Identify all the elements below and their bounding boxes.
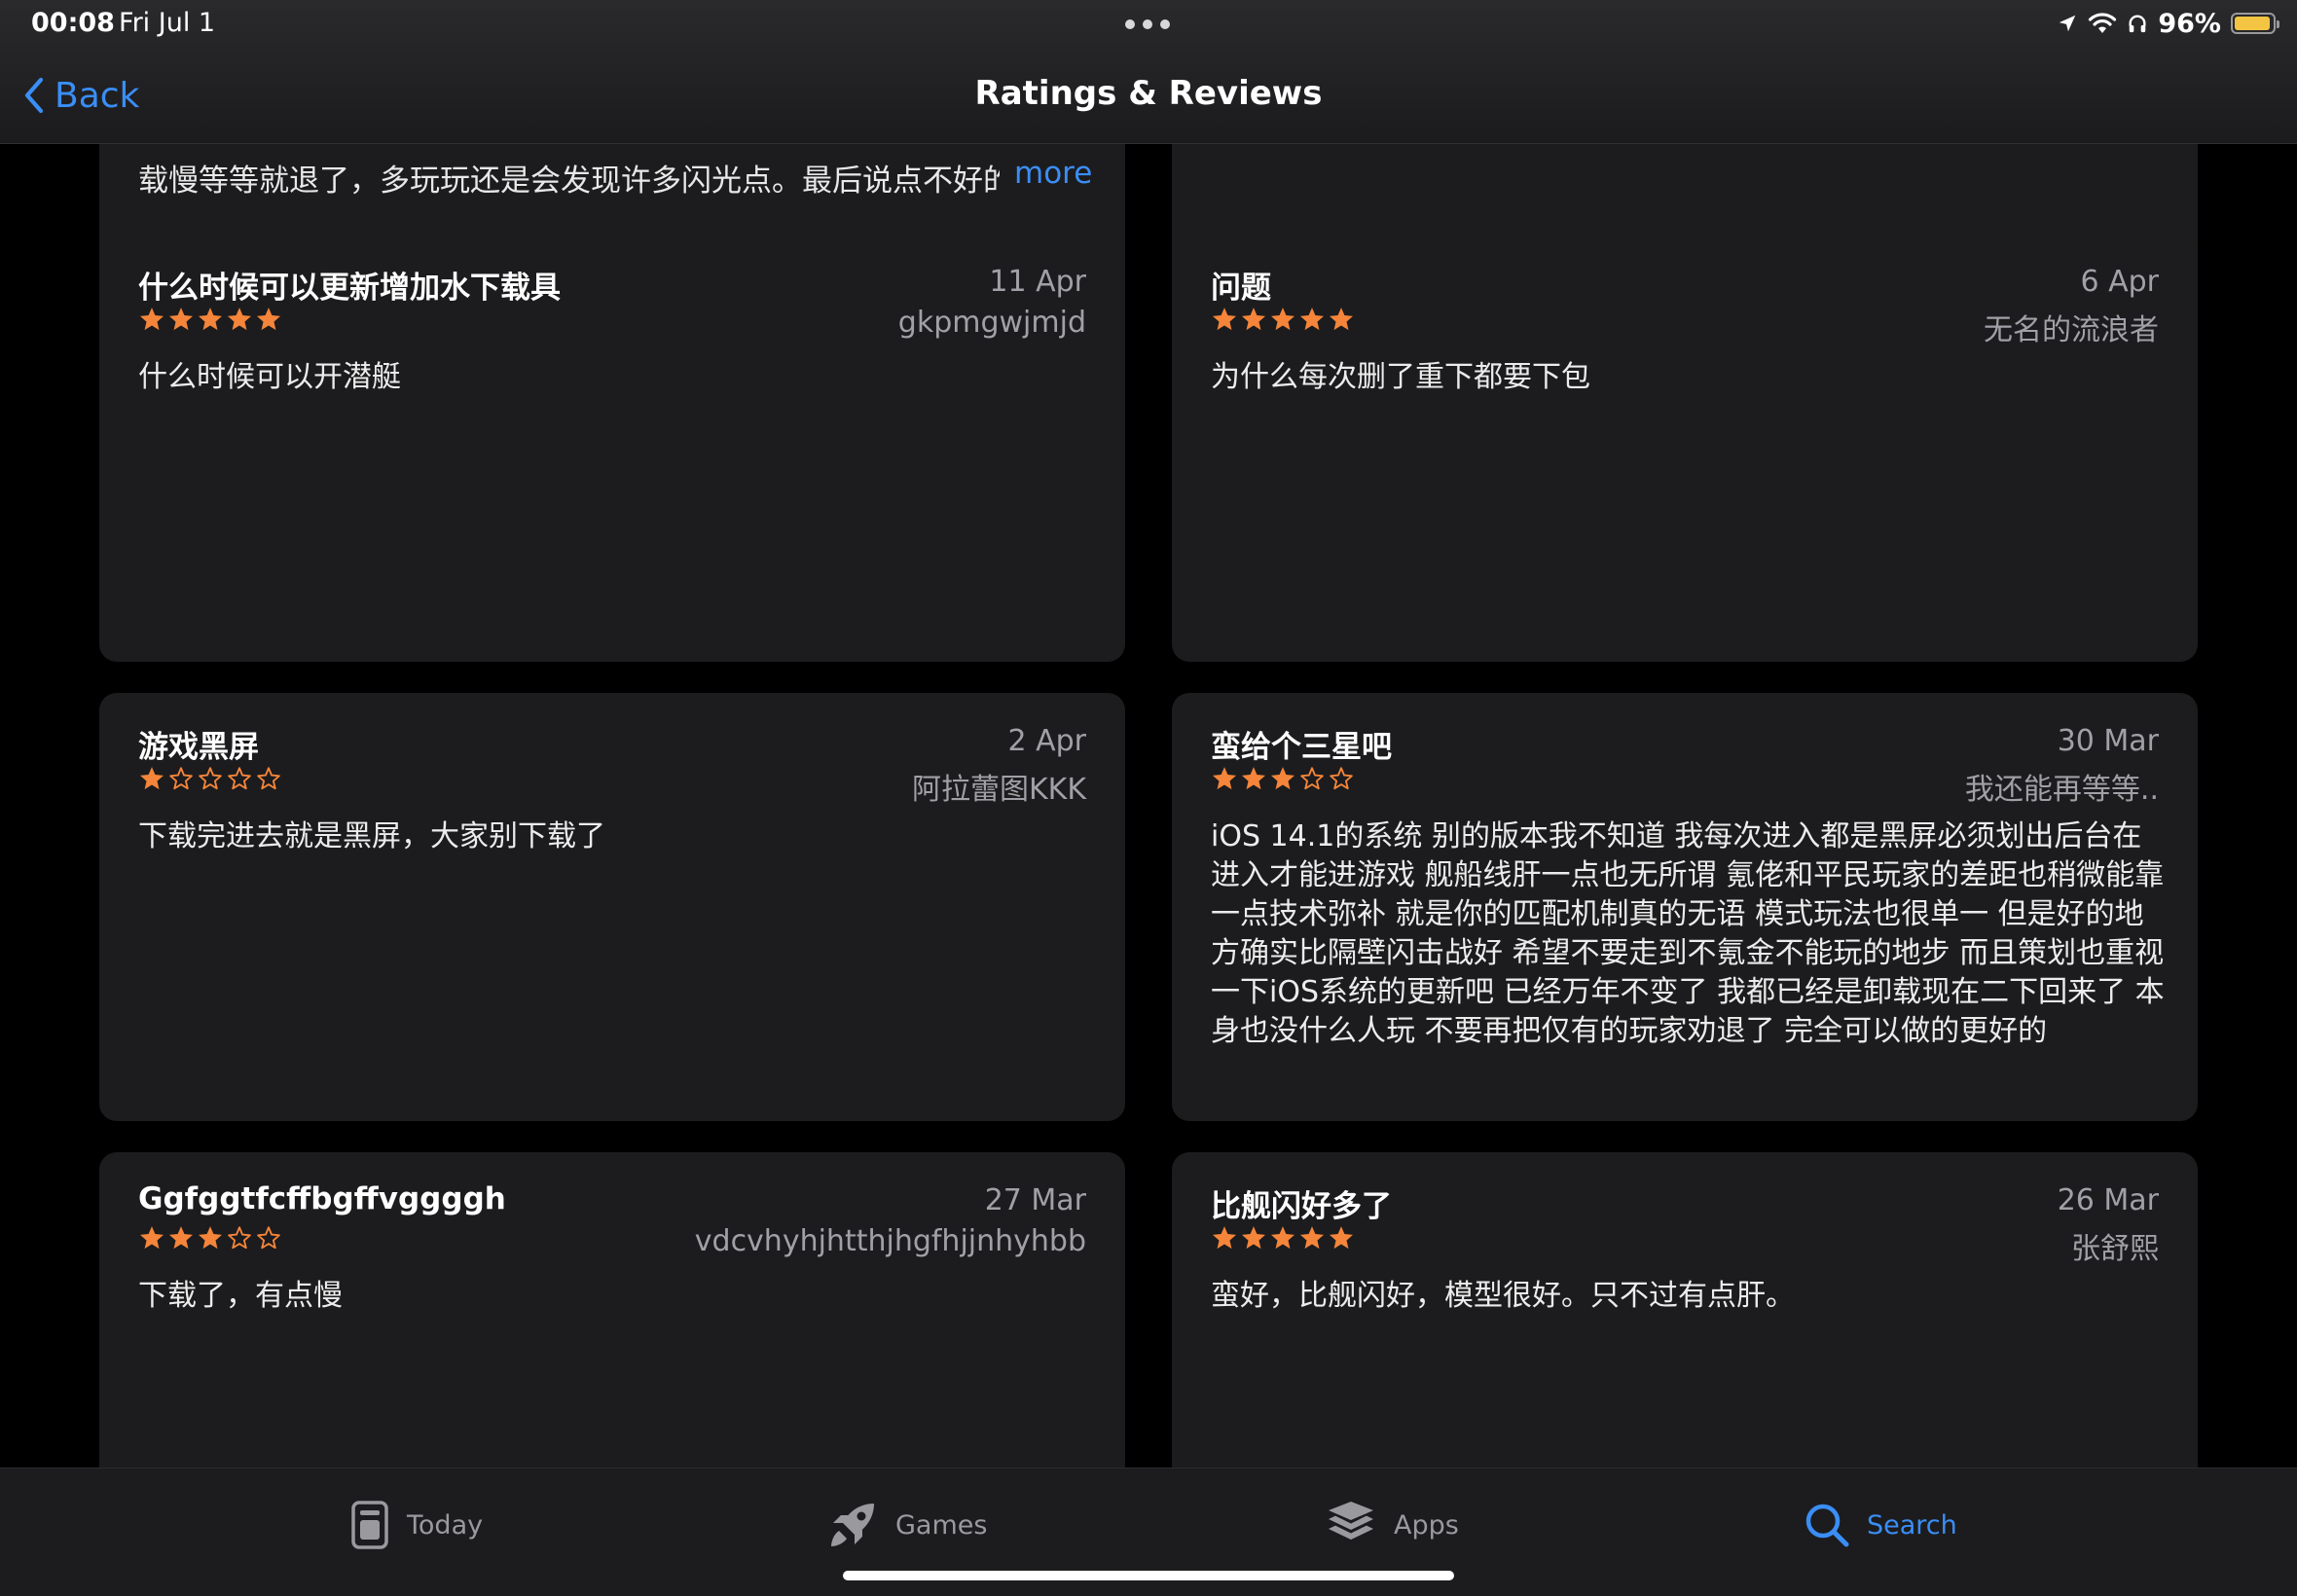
review-date: 2 Apr: [1007, 724, 1086, 758]
star-filled-icon: [1270, 767, 1295, 790]
star-filled-icon: [168, 308, 194, 331]
search-icon: [1805, 1504, 1849, 1547]
tab-label: Today: [407, 1509, 484, 1541]
tab-games[interactable]: Games: [827, 1498, 987, 1552]
status-indicators: 96%: [2057, 6, 2279, 41]
star-filled-icon: [168, 1226, 194, 1250]
review-author: 无名的流浪者: [1984, 313, 2159, 347]
star-rating: [138, 1224, 282, 1251]
review-card[interactable]: 什么时候可以更新增加水下载具 11 Apr gkpmgwjmjd 什么时候可以开潜艇: [99, 234, 1125, 662]
star-empty-icon: [257, 767, 280, 790]
star-filled-icon: [1299, 1226, 1325, 1250]
app-window: 00:08 Fri Jul 1 96% Back Ratings & Revie…: [0, 0, 2297, 1596]
star-filled-icon: [1299, 308, 1325, 331]
star-filled-icon: [198, 308, 223, 331]
review-body: 为什么每次删了重下都要下包: [1211, 360, 1590, 394]
star-rating: [1211, 1224, 1355, 1251]
review-card[interactable]: 比舰闪好多了 26 Mar 张舒熙蛮好，比舰闪好，模型很好。只不过有点肝。: [1172, 1152, 2198, 1468]
location-arrow-icon: [2060, 15, 2076, 32]
status-bar: 00:08 Fri Jul 1 96%: [0, 0, 2297, 47]
review-title: 蛮给个三星吧: [1211, 730, 1392, 765]
reviews-list[interactable]: 载慢等等就退了，多玩玩还是会发现许多闪光点。最后说点不好的 more 什么时候可…: [0, 144, 2297, 1468]
review-body: 下载了，有点慢: [138, 1279, 343, 1313]
battery-fill: [2235, 17, 2271, 30]
star-filled-icon: [1241, 767, 1266, 790]
star-filled-icon: [1329, 1226, 1354, 1250]
status-date: Fri Jul 1: [119, 8, 216, 38]
review-author: gkpmgwjmjd: [897, 306, 1086, 340]
star-filled-icon: [1270, 1226, 1295, 1250]
star-rating: [1211, 765, 1355, 792]
star-filled-icon: [1212, 1226, 1237, 1250]
battery-percentage: 96%: [2158, 8, 2221, 39]
star-empty-icon: [199, 767, 222, 790]
star-filled-icon: [1212, 767, 1237, 790]
star-filled-icon: [1329, 308, 1354, 331]
star-empty-icon: [228, 767, 251, 790]
star-filled-icon: [1270, 308, 1295, 331]
star-empty-icon: [228, 1226, 251, 1250]
review-date: 27 Mar: [984, 1183, 1086, 1217]
review-card[interactable]: 游戏黑屏 2 Apr 阿拉蕾图KKK 下载完进去就是黑屏，大家别下载了: [99, 693, 1125, 1121]
star-rating: [138, 306, 282, 333]
rocket-icon: [831, 1504, 874, 1546]
tab-apps[interactable]: Apps: [1326, 1498, 1459, 1552]
review-card[interactable]: Ggfggtfcffbgffvggggh 27 Mar vdcvhyhjhtthjh…: [99, 1152, 1125, 1468]
review-body: 下载完进去就是黑屏，大家别下载了: [138, 819, 605, 853]
star-filled-icon: [256, 308, 281, 331]
review-title: Ggfggtfcffbgffvggggh: [138, 1181, 506, 1216]
review-author: 阿拉蕾图KKK: [911, 773, 1086, 807]
review-author: 我还能再等等..: [1964, 773, 2159, 807]
star-filled-icon: [1212, 308, 1237, 331]
review-title: 什么时候可以更新增加水下载具: [138, 271, 561, 306]
multitasking-dots-icon[interactable]: [1125, 19, 1170, 29]
review-title: 问题: [1211, 271, 1271, 306]
star-filled-icon: [139, 308, 164, 331]
review-title: 游戏黑屏: [138, 730, 259, 765]
layers-icon: [1329, 1502, 1373, 1540]
review-date: 26 Mar: [2057, 1183, 2159, 1217]
tab-label: Games: [895, 1509, 988, 1541]
page-title: Ratings & Reviews: [974, 74, 1323, 113]
battery-icon: [2231, 13, 2279, 34]
review-author: 张舒熙: [2071, 1232, 2159, 1266]
status-time: 00:08: [31, 8, 115, 38]
star-empty-icon: [257, 1226, 280, 1250]
today-icon: [351, 1501, 388, 1549]
star-rating: [1211, 306, 1355, 333]
tab-label: Search: [1867, 1509, 1957, 1541]
review-body: 什么时候可以开潜艇: [138, 360, 401, 394]
star-filled-icon: [139, 1226, 164, 1250]
review-date: 11 Apr: [989, 265, 1086, 299]
star-filled-icon: [227, 308, 252, 331]
review-card[interactable]: 问题 6 Apr 无名的流浪者为什么每次删了重下都要下包: [1172, 234, 2198, 662]
review-title: 比舰闪好多了: [1211, 1189, 1392, 1224]
review-body: 蛮好，比舰闪好，模型很好。只不过有点肝。: [1211, 1279, 1795, 1313]
more-link[interactable]: more: [1014, 156, 1092, 191]
star-empty-icon: [169, 767, 193, 790]
star-empty-icon: [1300, 767, 1324, 790]
review-card[interactable]: 蛮给个三星吧 30 Mar 我还能再等等.. iOS 14.1的系统 别的版本我不知道…: [1172, 693, 2198, 1121]
star-filled-icon: [198, 1226, 223, 1250]
star-filled-icon: [139, 767, 164, 790]
star-filled-icon: [1241, 1226, 1266, 1250]
tab-label: Apps: [1394, 1509, 1459, 1541]
wifi-icon: [2089, 13, 2117, 33]
review-body: iOS 14.1的系统 别的版本我不知道 我每次进入都是黑屏必须划出后台在进入才…: [1211, 819, 2165, 1048]
star-empty-icon: [1330, 767, 1353, 790]
review-date: 30 Mar: [2057, 724, 2159, 758]
star-filled-icon: [1241, 308, 1266, 331]
review-date: 6 Apr: [2080, 265, 2159, 299]
home-indicator[interactable]: [843, 1571, 1454, 1580]
star-rating: [138, 765, 282, 792]
headphones-icon: [2129, 15, 2146, 33]
review-body-truncated: 载慢等等就退了，多玩玩还是会发现许多闪光点。最后说点不好的: [138, 163, 1000, 199]
tab-search[interactable]: Search: [1805, 1498, 1957, 1552]
tab-today[interactable]: Today: [350, 1498, 483, 1552]
review-author: vdcvhyhjhtthjhgfhjjnhyhbb: [694, 1224, 1086, 1258]
